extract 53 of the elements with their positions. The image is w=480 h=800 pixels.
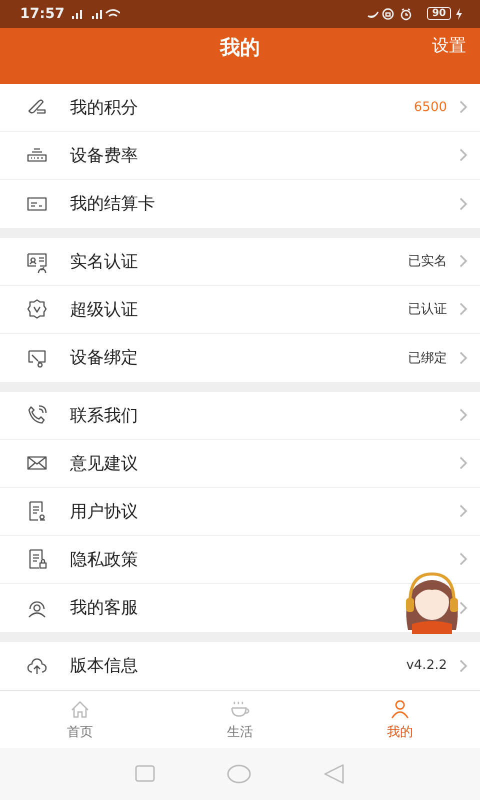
menu-row[interactable]: 联系我们 bbox=[0, 392, 480, 440]
menu-row[interactable]: 设备绑定 已绑定 bbox=[0, 334, 480, 382]
chevron-icon bbox=[459, 254, 468, 268]
tab[interactable]: 首页 bbox=[0, 690, 160, 748]
page-title: 我的 bbox=[220, 34, 260, 61]
chevron-icon bbox=[459, 456, 468, 470]
row-value: 6500 bbox=[414, 100, 447, 115]
menu-row[interactable]: 意见建议 bbox=[0, 440, 480, 488]
menu-row[interactable]: 实名认证 已实名 bbox=[0, 238, 480, 286]
menu-row[interactable]: 用户协议 bbox=[0, 488, 480, 536]
menu-row[interactable]: 我的积分 6500 bbox=[0, 84, 480, 132]
chevron-icon bbox=[459, 350, 468, 365]
row-value: 已认证 bbox=[408, 301, 447, 318]
tab[interactable]: 生活 bbox=[160, 690, 320, 748]
charging-icon bbox=[456, 8, 462, 20]
chevron-icon bbox=[459, 100, 468, 114]
clock: 17:57 bbox=[20, 6, 65, 22]
row-label: 我的客服 bbox=[70, 597, 139, 620]
row-value: v4.2.2 bbox=[406, 658, 447, 674]
row-value: 已实名 bbox=[408, 253, 447, 270]
row-label: 联系我们 bbox=[70, 404, 139, 427]
row-label: 我的结算卡 bbox=[70, 193, 156, 216]
chevron-icon bbox=[459, 302, 468, 316]
settings-link[interactable]: 设置 bbox=[432, 34, 466, 57]
tab[interactable]: 我的 bbox=[320, 690, 480, 748]
row-label: 版本信息 bbox=[70, 655, 139, 678]
menu-row[interactable]: 我的客服 bbox=[0, 584, 480, 632]
row-label: 意见建议 bbox=[70, 452, 139, 475]
chevron-icon bbox=[459, 148, 468, 162]
row-label: 设备绑定 bbox=[70, 347, 139, 370]
battery-level: 90 bbox=[427, 7, 451, 20]
menu-row[interactable]: 设备费率 bbox=[0, 132, 480, 180]
chevron-icon bbox=[459, 658, 468, 673]
recents-icon[interactable] bbox=[135, 765, 156, 784]
row-label: 实名认证 bbox=[70, 250, 139, 273]
menu-row[interactable]: 我的结算卡 bbox=[0, 180, 480, 228]
chevron-icon bbox=[459, 600, 468, 615]
chevron-icon bbox=[459, 504, 468, 518]
menu-row[interactable]: 版本信息 v4.2.2 bbox=[0, 642, 480, 690]
row-label: 隐私政策 bbox=[70, 548, 139, 571]
row-label: 用户协议 bbox=[70, 500, 139, 523]
row-label: 设备费率 bbox=[70, 144, 139, 167]
row-label: 超级认证 bbox=[70, 298, 139, 321]
badge-check-icon bbox=[25, 297, 49, 322]
chevron-icon bbox=[459, 196, 468, 211]
row-label: 我的积分 bbox=[70, 96, 139, 119]
signal-icon bbox=[70, 8, 120, 20]
home-button-icon[interactable] bbox=[226, 764, 252, 784]
menu-row[interactable]: 超级认证 已认证 bbox=[0, 286, 480, 334]
chevron-icon bbox=[459, 552, 468, 566]
row-value: 已绑定 bbox=[408, 350, 447, 367]
chevron-icon bbox=[459, 408, 468, 422]
back-icon[interactable] bbox=[322, 764, 345, 784]
